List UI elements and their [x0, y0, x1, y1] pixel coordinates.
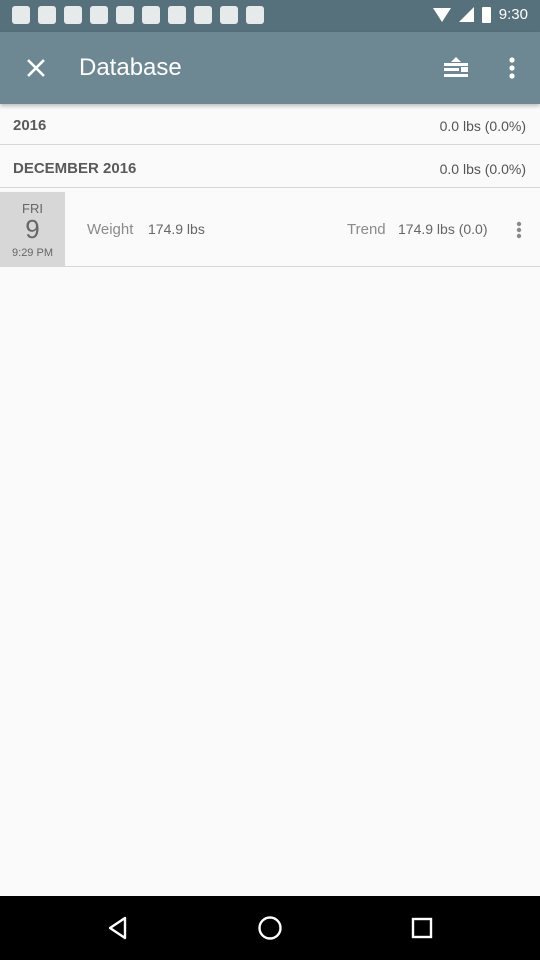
back-icon [108, 916, 127, 940]
close-icon [27, 59, 45, 77]
app-notification-icon [90, 6, 108, 24]
weight-value: 174.9 lbs [148, 221, 205, 237]
trend-value: 174.9 lbs (0.0) [398, 221, 488, 237]
recent-apps-button[interactable] [390, 904, 454, 952]
close-button[interactable] [12, 44, 60, 92]
more-vert-icon [516, 221, 522, 239]
entry-date-box: FRI 9 9:29 PM [0, 192, 65, 267]
year-change-value: 0.0 lbs (0.0%) [439, 118, 526, 134]
weight-label: Weight [87, 221, 134, 238]
entry-day-number: 9 [25, 214, 40, 244]
status-indicators: 9:30 [432, 6, 528, 23]
import-export-icon [444, 57, 468, 77]
status-bar: 9:30 [0, 0, 540, 32]
app-bar: Database [0, 32, 540, 104]
app-notification-icon [168, 6, 186, 24]
year-group-header[interactable]: 2016 0.0 lbs (0.0%) [0, 105, 540, 145]
app-notification-icon [246, 6, 264, 24]
wifi-icon [432, 7, 451, 22]
trend-label: Trend [347, 221, 386, 238]
battery-icon [481, 6, 491, 23]
app-notification-icon [38, 6, 56, 24]
app-notification-icon [12, 6, 30, 24]
month-change-value: 0.0 lbs (0.0%) [439, 161, 526, 177]
app-notification-icon [142, 6, 160, 24]
status-time: 9:30 [498, 6, 528, 23]
app-notification-icon [64, 6, 82, 24]
back-button[interactable] [86, 904, 150, 952]
notification-icons [12, 6, 264, 24]
app-notification-icon [194, 6, 212, 24]
signal-icon [458, 7, 474, 22]
year-label: 2016 [13, 117, 47, 134]
recent-apps-icon [411, 917, 433, 939]
more-vert-icon [509, 57, 515, 79]
weight-entry-row[interactable]: FRI 9 9:29 PM Weight 174.9 lbs Trend 174… [0, 192, 540, 267]
page-title: Database [79, 54, 182, 81]
entry-menu-button[interactable] [506, 210, 532, 250]
month-label: DECEMBER 2016 [13, 160, 137, 177]
app-notification-icon [220, 6, 238, 24]
entry-time: 9:29 PM [12, 247, 53, 259]
import-export-button[interactable] [432, 44, 480, 92]
app-notification-icon [116, 6, 134, 24]
overflow-menu-button[interactable] [490, 44, 534, 92]
home-icon [258, 916, 282, 940]
home-button[interactable] [238, 904, 302, 952]
month-group-header[interactable]: DECEMBER 2016 0.0 lbs (0.0%) [0, 148, 540, 188]
navigation-bar [0, 896, 540, 960]
